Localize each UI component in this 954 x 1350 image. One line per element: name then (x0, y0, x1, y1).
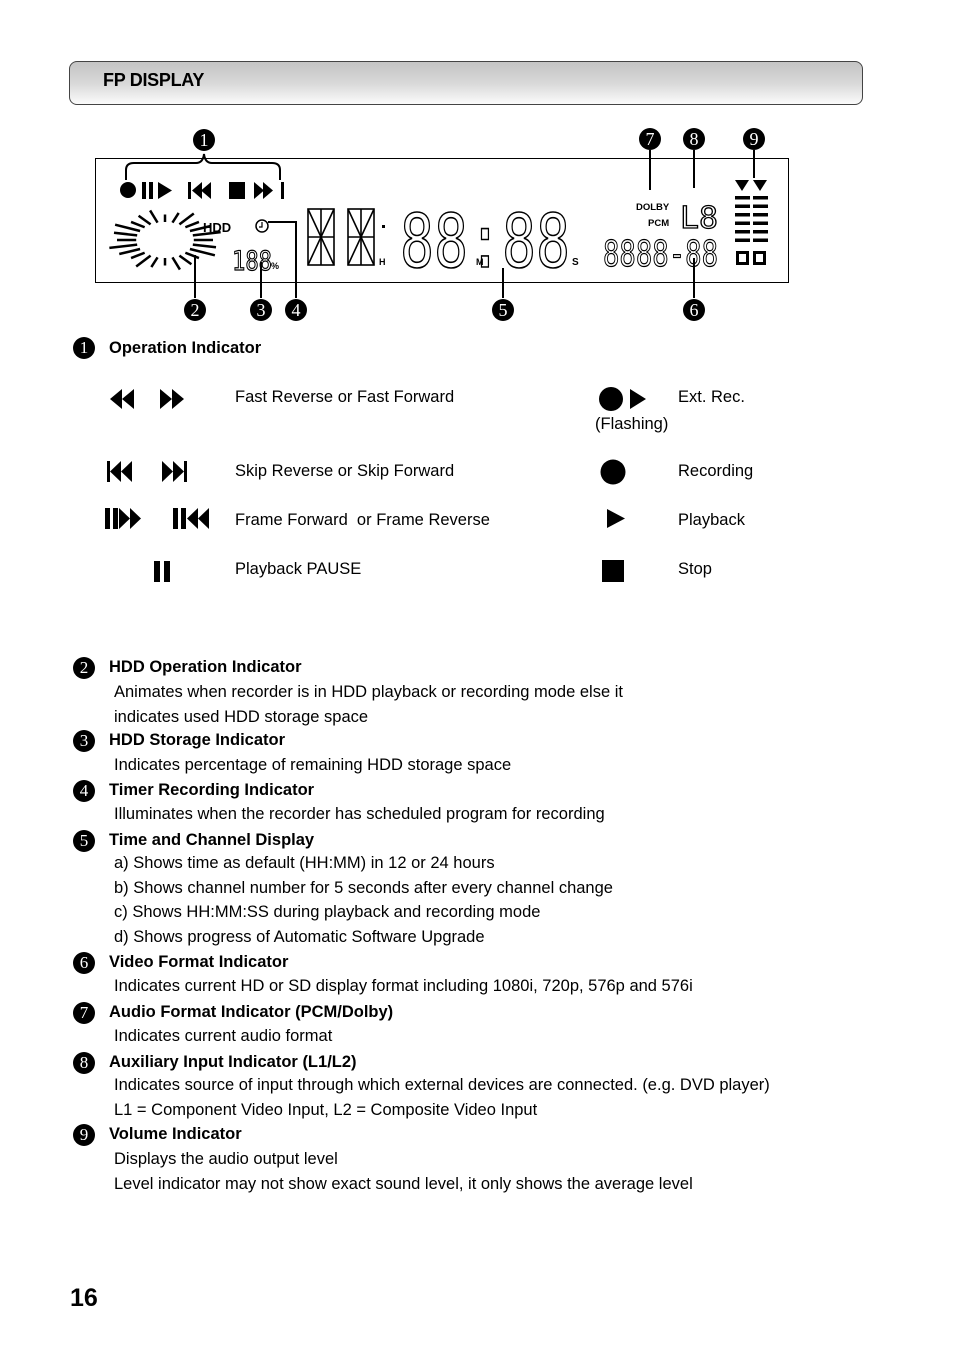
lcd-hours-suffix: H (379, 257, 386, 267)
volume-bar-segment (735, 204, 750, 208)
operation-item-label: Playback PAUSE (235, 560, 362, 578)
operation-right-icons (599, 387, 646, 582)
fast-reverse-fast-forward-icon (110, 389, 184, 409)
section-line: d) Shows progress of Automatic Software … (114, 928, 485, 946)
operation-left-icons (105, 389, 209, 582)
volume-bar-segment (735, 221, 750, 225)
section-title: HDD Operation Indicator (109, 658, 302, 676)
volume-bar-segment (735, 230, 750, 234)
svg-text:3: 3 (257, 300, 266, 320)
ext-rec-icon (599, 387, 646, 411)
section-title: Volume Indicator (109, 1125, 242, 1143)
volume-bar-segment (753, 230, 768, 234)
section-badge: 4 (73, 780, 95, 802)
skip-reverse-icon (188, 182, 191, 199)
operation-item-label: Frame Forward or Frame Reverse (235, 511, 490, 529)
volume-bar-segment (735, 196, 750, 200)
svg-text:2: 2 (191, 300, 200, 320)
skip-reverse-skip-forward-icon (107, 461, 187, 482)
section-line: Displays the audio output level (114, 1150, 338, 1168)
callout-badge-9: 9 (743, 128, 765, 150)
fp-display-diagram: HDD 188 % H 88:88 M S DOLBY PCM L8 8888-… (95, 128, 789, 321)
callout-badge-5: 5 (492, 299, 514, 321)
svg-text:4: 4 (292, 300, 301, 320)
section-line: c) Shows HH:MM:SS during playback and re… (114, 903, 541, 921)
section-line: Illuminates when the recorder has schedu… (114, 805, 605, 823)
section-title: HDD Storage Indicator (109, 731, 286, 749)
operation-title: Operation Indicator (109, 339, 262, 357)
volume-bar-segment (753, 221, 768, 225)
stop-icon (229, 182, 245, 199)
svg-text:1: 1 (200, 130, 209, 150)
section-line: Level indicator may not show exact sound… (114, 1175, 693, 1193)
section-title: Time and Channel Display (109, 831, 315, 849)
section-title: Timer Recording Indicator (109, 781, 315, 799)
callout-badge-7: 7 (639, 128, 661, 150)
section-line: L1 = Component Video Input, L2 = Composi… (114, 1101, 538, 1119)
section-badge: 2 (73, 657, 95, 679)
svg-text:5: 5 (499, 300, 508, 320)
volume-bar-segment (735, 238, 750, 242)
lcd-video-format-digits: 8888-88 (603, 234, 718, 275)
callout-badge-1: 1 (193, 129, 215, 151)
volume-bar-segment (753, 238, 768, 242)
section-badge: 7 (73, 1002, 95, 1024)
lcd-minutes-suffix: M (476, 257, 484, 267)
section-line: Indicates current HD or SD display forma… (114, 977, 693, 995)
section-line: indicates used HDD storage space (114, 708, 369, 726)
recording-icon (600, 459, 626, 485)
operation-badge: 1 (73, 337, 95, 359)
record-icon (120, 182, 136, 198)
section-line: a) Shows time as default (HH:MM) in 12 o… (114, 854, 495, 872)
operation-item-label: Skip Reverse or Skip Forward (235, 462, 455, 480)
lcd-hdd-label: HDD (203, 220, 231, 235)
section-line: b) Shows channel number for 5 seconds af… (114, 879, 613, 897)
section-line: Indicates percentage of remaining HDD st… (114, 756, 512, 774)
volume-bar-segment (753, 204, 768, 208)
stop-icon (602, 560, 624, 582)
svg-text:6: 6 (690, 300, 699, 320)
operation-item-note: (Flashing) (595, 415, 669, 433)
section-title: Audio Format Indicator (PCM/Dolby) (109, 1003, 394, 1021)
lcd-percent-value: 188 (232, 246, 272, 277)
operation-item-label: Stop (678, 560, 712, 578)
section-badge: 8 (73, 1052, 95, 1074)
lcd-aux-input: L8 (680, 201, 718, 236)
callout-badge-8: 8 (683, 128, 705, 150)
operation-item-label: Ext. Rec. (678, 388, 745, 406)
volume-bar-segment (753, 213, 768, 217)
section-badge: 5 (73, 830, 95, 852)
volume-bar-segment (735, 213, 750, 217)
lcd-time-digits: 88:88 (400, 199, 570, 285)
playback-icon (607, 509, 625, 528)
operation-item-label: Fast Reverse or Fast Forward (235, 388, 455, 406)
section-badge: 9 (73, 1124, 95, 1146)
pause-icon (154, 561, 170, 582)
lcd-seconds-suffix: S (572, 257, 579, 268)
section-line: Indicates current audio format (114, 1027, 333, 1045)
section-title: Video Format Indicator (109, 953, 289, 971)
lcd-pcm-label: PCM (648, 218, 669, 229)
operation-item-label: Playback (678, 511, 745, 529)
operation-item-label: Recording (678, 462, 754, 480)
section-badge: 3 (73, 730, 95, 752)
pause-bar-icon (142, 182, 146, 199)
callout-badge-3: 3 (250, 299, 272, 321)
section-title: Auxiliary Input Indicator (L1/L2) (109, 1053, 357, 1071)
svg-text:9: 9 (750, 129, 759, 149)
page-number: 16 (70, 1284, 98, 1312)
svg-text:7: 7 (646, 129, 655, 149)
svg-text:8: 8 (690, 129, 699, 149)
callout-badge-2: 2 (184, 299, 206, 321)
section-badge: 6 (73, 952, 95, 974)
frame-forward-frame-reverse-icon (105, 508, 209, 529)
section-line: Indicates source of input through which … (114, 1076, 770, 1094)
lcd-dolby-label: DOLBY (636, 202, 670, 213)
lcd-percent-sign: % (271, 261, 279, 271)
section-line: Animates when recorder is in HDD playbac… (114, 683, 623, 701)
callout-badge-4: 4 (285, 299, 307, 321)
callout-badge-6: 6 (683, 299, 705, 321)
volume-bar-segment (753, 196, 768, 200)
